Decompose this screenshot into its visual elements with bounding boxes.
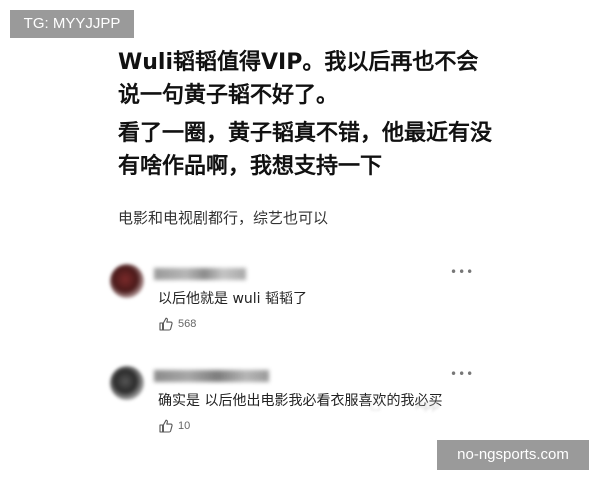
faint-watermark: ▢ · · · · App	[370, 398, 440, 412]
more-icon[interactable]: •••	[450, 368, 473, 380]
like-count: 10	[178, 420, 191, 432]
username-blurred[interactable]	[154, 268, 246, 280]
user-avatar[interactable]	[110, 366, 144, 400]
watermark-tag-top: TG: MYYJJPP	[10, 10, 134, 38]
watermark-tag-bottom: no-ngsports.com	[437, 440, 589, 470]
thumbs-up-icon	[159, 419, 173, 433]
post-body: 看了一圈，黄子韬真不错，他最近有没有啥作品啊，我想支持一下	[118, 121, 493, 179]
username-blurred[interactable]	[154, 370, 269, 382]
comment-item: ••• 以后他就是 wuli 韬韬了 568	[110, 264, 490, 344]
user-avatar[interactable]	[110, 264, 144, 298]
post-title: Wuli韬韬值得VIP。我以后再也不会说一句黄子韬不好了。	[118, 50, 479, 108]
thumbs-up-icon	[159, 317, 173, 331]
comment-text: 以后他就是 wuli 韬韬了	[158, 291, 308, 307]
post-subtext: 电影和电视剧都行，综艺也可以	[118, 209, 329, 227]
like-count: 568	[178, 318, 197, 330]
more-icon[interactable]: •••	[450, 266, 473, 278]
